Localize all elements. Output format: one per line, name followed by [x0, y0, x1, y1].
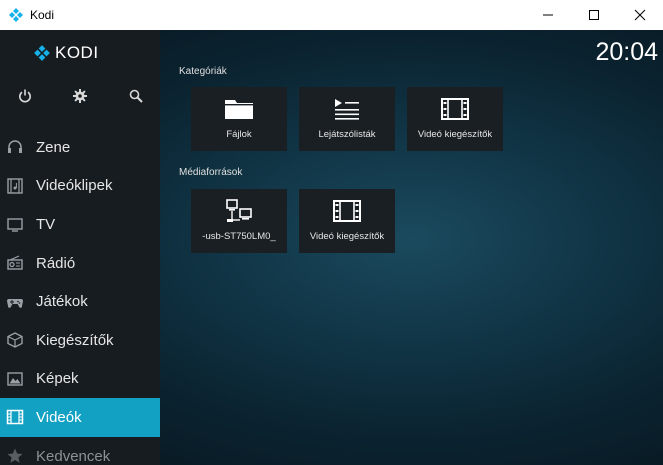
kodi-main-area: KODI Zene Videóklipek TV Rádió Játékok K…: [0, 30, 663, 465]
menu-item-label: TV: [36, 215, 56, 233]
gear-icon: [73, 89, 87, 103]
tile-label: Fájlok: [226, 129, 252, 140]
menu-item-favourites[interactable]: Kedvencek: [0, 437, 160, 465]
window-titlebar: Kodi: [0, 0, 663, 30]
addon-box-icon: [6, 331, 24, 349]
main-menu: Zene Videóklipek TV Rádió Játékok Kiegés…: [0, 128, 160, 465]
media-sources-title: Médiaforrások: [179, 167, 243, 178]
playlist-icon: [331, 96, 363, 122]
tile-video-addons[interactable]: Videó kiegészítők: [407, 87, 503, 151]
gamepad-icon: [6, 293, 24, 311]
menu-item-label: Játékok: [36, 293, 88, 311]
sidebar: KODI Zene Videóklipek TV Rádió Játékok K…: [0, 30, 160, 465]
menu-item-pictures[interactable]: Képek: [0, 360, 160, 399]
menu-item-radio[interactable]: Rádió: [0, 244, 160, 283]
window-title: Kodi: [30, 8, 55, 22]
star-icon: [6, 447, 24, 465]
clock: 20:04: [595, 38, 658, 66]
maximize-button[interactable]: [571, 0, 617, 30]
kodi-logo-icon: [34, 45, 50, 61]
tile-files[interactable]: Fájlok: [191, 87, 287, 151]
menu-item-videos[interactable]: Videók: [0, 398, 160, 437]
music-video-icon: [6, 177, 24, 195]
film-icon: [331, 198, 363, 224]
menu-item-music[interactable]: Zene: [0, 128, 160, 167]
search-icon: [129, 89, 143, 103]
film-icon: [439, 96, 471, 122]
close-button[interactable]: [617, 0, 663, 30]
tile-label: Lejátszólisták: [318, 129, 376, 140]
picture-icon: [6, 370, 24, 388]
menu-item-addons[interactable]: Kiegészítők: [0, 321, 160, 360]
tv-icon: [6, 215, 24, 233]
menu-item-games[interactable]: Játékok: [0, 282, 160, 321]
menu-item-label: Zene: [36, 138, 71, 156]
minimize-icon: [543, 14, 553, 16]
network-drive-icon: [223, 198, 255, 224]
power-button[interactable]: [15, 86, 35, 106]
headphones-icon: [6, 138, 24, 156]
menu-item-label: Videóklipek: [36, 177, 113, 195]
search-button[interactable]: [126, 86, 146, 106]
radio-icon: [6, 254, 24, 272]
menu-item-label: Képek: [36, 370, 79, 388]
categories-title: Kategóriák: [179, 66, 227, 77]
menu-item-label: Videók: [36, 408, 82, 426]
kodi-logo[interactable]: KODI: [33, 43, 99, 63]
menu-item-label: Kedvencek: [36, 447, 111, 465]
tile-video-addons-source[interactable]: Videó kiegészítők: [299, 189, 395, 253]
menu-item-label: Rádió: [36, 254, 76, 272]
menu-item-tv[interactable]: TV: [0, 205, 160, 244]
tile-playlists[interactable]: Lejátszólisták: [299, 87, 395, 151]
film-icon: [6, 408, 24, 426]
close-icon: [634, 9, 646, 21]
kodi-logo-text: KODI: [55, 43, 99, 62]
minimize-button[interactable]: [525, 0, 571, 30]
menu-item-music-videos[interactable]: Videóklipek: [0, 167, 160, 206]
maximize-icon: [589, 10, 599, 20]
settings-button[interactable]: [70, 86, 90, 106]
tile-usb-source[interactable]: -usb-ST750LM0_: [191, 189, 287, 253]
tile-label: Videó kiegészítők: [417, 129, 493, 140]
folder-icon: [223, 96, 255, 122]
power-icon: [19, 89, 31, 103]
tile-label: Videó kiegészítők: [309, 231, 385, 242]
menu-item-label: Kiegészítők: [36, 331, 114, 349]
kodi-app-icon: [9, 8, 23, 22]
tile-label: -usb-ST750LM0_: [202, 231, 276, 242]
